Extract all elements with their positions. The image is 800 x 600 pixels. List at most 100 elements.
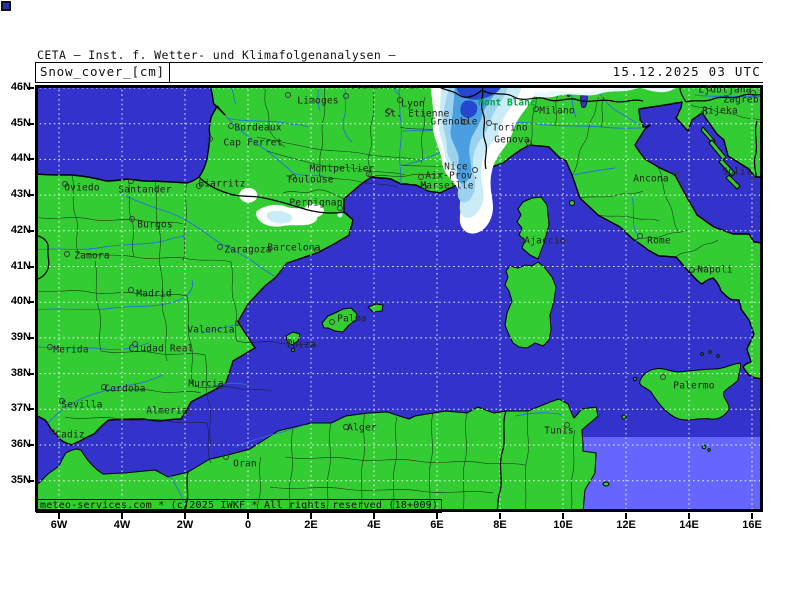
city-label: Rijeka [702,106,738,117]
city-label: Perpignan [289,198,342,209]
city-label: Santander [118,185,171,196]
city-marker [207,136,213,142]
city-marker [418,174,424,180]
island-kerkennah [603,482,609,486]
city-label: Tunis [544,426,574,437]
city-label: Oviedo [64,183,100,194]
weather-map-page: CETA – Inst. f. Wetter- und Klimafolgena… [0,0,800,600]
city-marker [660,374,666,380]
city-label: Clermont-Fer. [350,85,427,92]
city-marker [128,287,134,293]
city-label: Cap Ferret [223,138,282,149]
city-label: Bordeaux [234,123,281,134]
city-label: Biarritz [198,179,245,190]
lon-tick [751,513,753,519]
city-label: Zaragoza [224,245,271,256]
city-label: Valencia [187,325,234,336]
lon-label: 2W [165,519,205,531]
city-label: Oran [233,459,257,470]
island-elba [570,201,575,206]
lon-label: 4W [102,519,142,531]
sea-biscay [35,85,225,183]
lon-tick [184,513,186,519]
city-label: Palermo [673,381,714,392]
lon-label: 6W [39,519,79,531]
lon-tick [58,513,60,519]
peak-label: Mont Blanc [478,98,535,109]
island-pantelleria [622,415,626,419]
lat-tick [27,373,34,375]
lat-tick [27,87,34,89]
island-egadi [634,378,637,381]
city-label: Ljubljana [698,85,751,96]
lat-tick [27,230,34,232]
city-marker [689,267,695,273]
island-sardinia [505,262,556,348]
city-marker [285,92,291,98]
lat-tick [27,337,34,339]
city-label: Ancona [633,174,669,185]
lat-tick [27,123,34,125]
city-label: Genova [494,135,530,146]
lon-label: 12E [606,519,646,531]
city-label: Alger [347,423,377,434]
city-marker [637,233,643,239]
lon-tick [247,513,249,519]
city-label: Cadiz [55,430,85,441]
city-label: Ciudad Real [128,344,193,355]
page-title: CETA – Inst. f. Wetter- und Klimafolgena… [37,48,396,62]
city-label: Marseille [420,181,473,192]
city-label: Ajaccio [524,236,565,247]
city-label: Murcia [188,379,224,390]
lon-tick [499,513,501,519]
lat-tick [27,301,34,303]
map-area: LimogesClermont-Fer.LyonSt. EtienneGreno… [35,85,763,512]
city-label: Zagreb [723,95,759,106]
city-label: Montpellier [309,164,374,175]
lon-label: 8E [480,519,520,531]
city-label: Toulouse [286,175,333,186]
lat-tick [27,266,34,268]
lon-label: 10E [543,519,583,531]
city-marker [47,344,53,350]
lon-tick [688,513,690,519]
city-label: Split [722,167,752,178]
city-label: Almeria [146,406,187,417]
lat-tick [27,444,34,446]
lat-tick [27,194,34,196]
city-marker [343,93,349,99]
city-label: Napoli [697,265,733,276]
lon-tick [310,513,312,519]
city-marker [129,216,135,222]
lon-label: 0 [228,519,268,531]
city-label: Limoges [297,96,338,107]
lon-tick [625,513,627,519]
city-label: Cordoba [104,384,145,395]
city-marker [235,320,241,326]
lon-tick [373,513,375,519]
city-label: Merida [53,345,89,356]
lon-label: 16E [732,519,772,531]
city-marker [217,244,223,250]
datetime-label: 15.12.2025 03 UTC [613,63,761,82]
city-label: Grenoble [430,117,477,128]
city-label: Sevilla [61,400,102,411]
lat-tick [27,158,34,160]
window-corner-icon [1,1,11,11]
city-marker [228,123,234,129]
header-band: Snow_cover_[cm] 15.12.2025 03 UTC [35,62,763,83]
lon-label: 2E [291,519,331,531]
city-label: Palma [337,314,367,325]
city-label: Ibiza [286,340,316,351]
city-marker [486,120,492,126]
city-marker [49,429,55,435]
city-marker [64,251,70,257]
city-label: Rome [647,236,671,247]
city-marker [673,171,679,177]
city-label: Torino [492,123,528,134]
layer-label: Snow_cover_[cm] [35,63,170,82]
city-label: Milano [539,106,575,117]
lon-label: 4E [354,519,394,531]
city-marker [223,454,229,460]
city-marker [329,319,335,325]
